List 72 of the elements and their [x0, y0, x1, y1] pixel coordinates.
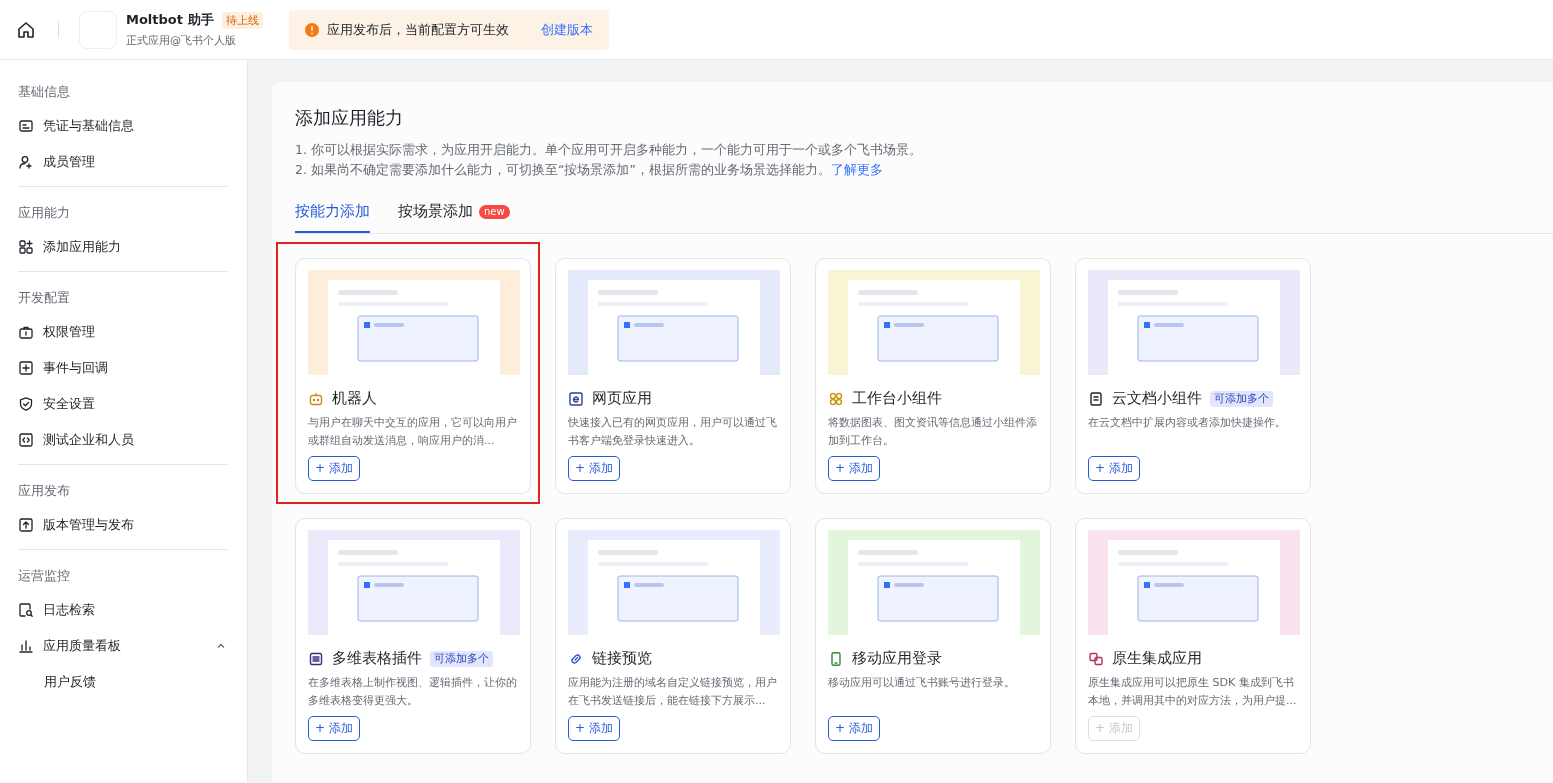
table-icon [308, 650, 324, 667]
app-name: Moltbot 助手 [126, 11, 214, 29]
new-badge: new [479, 204, 510, 219]
add-button[interactable]: + 添加 [828, 456, 880, 481]
notice-text: 应用发布后，当前配置方可生效 [326, 20, 509, 39]
section-title: 应用发布 [18, 482, 71, 500]
multi-add-badge: 可添加多个 [430, 650, 493, 667]
page-title: 添加应用能力 [295, 106, 404, 130]
web-page-icon [568, 390, 584, 407]
sidebar-item[interactable]: 测试企业和人员 [18, 422, 227, 458]
status-badge: 待上线 [221, 11, 263, 29]
sidebar-item[interactable]: 凭证与基础信息 [18, 108, 227, 144]
card-title: 移动应用登录 [852, 649, 942, 668]
card-description: 在云文档中扩展内容或者添加快捷操作。 [1088, 415, 1287, 431]
sidebar-item[interactable]: 安全设置 [18, 386, 227, 422]
section-title: 运营监控 [18, 567, 71, 585]
card-description: 与用户在聊天中交互的应用，它可以向用户或群组自动发送消息，响应用户的消... [308, 415, 518, 449]
sidebar-item[interactable]: 应用质量看板 [18, 628, 227, 664]
card-title: 云文档小组件 [1112, 389, 1202, 408]
section-title: 开发配置 [18, 289, 71, 307]
warning-icon [304, 22, 319, 37]
learn-more-link[interactable]: 了解更多 [830, 162, 883, 177]
add-button[interactable]: + 添加 [308, 716, 360, 741]
app-grid-icon [18, 239, 34, 255]
plus-box-icon [18, 360, 34, 376]
four-circles-icon [828, 390, 844, 407]
upload-box-icon [18, 517, 34, 533]
shield-check-icon [18, 396, 34, 412]
code-box-icon [18, 432, 34, 448]
instruction-text: 2. 如果尚不确定需要添加什么能力，可切换至“按场景添加”，根据所需的业务场景选择能力。了解更多 [295, 161, 884, 179]
card-description: 在多维表格上制作视图、逻辑插件，让你的多维表格变得更强大。 [308, 675, 518, 709]
card-description: 将数据图表、图文资讯等信息通过小组件添加到工作台。 [828, 415, 1038, 449]
card-title: 机器人 [332, 389, 377, 408]
card-description: 应用能为注册的域名自定义链接预览，用户在飞书发送链接后，能在链接下方展示... [568, 675, 778, 709]
user-add-icon [18, 154, 34, 170]
card-title: 多维表格插件 [332, 649, 422, 668]
card-description: 快速接入已有的网页应用，用户可以通过飞书客户端免登录快速进入。 [568, 415, 778, 449]
sidebar-item[interactable]: 版本管理与发布 [18, 507, 227, 543]
home-icon[interactable] [16, 19, 36, 40]
sidebar-item[interactable]: 成员管理 [18, 144, 227, 180]
tab[interactable]: 按能力添加 [295, 202, 370, 233]
add-button[interactable]: + 添加 [308, 456, 360, 481]
phone-icon [828, 650, 844, 667]
card-title: 工作台小组件 [852, 389, 942, 408]
document-icon [1088, 390, 1104, 407]
sidebar-item[interactable]: 权限管理 [18, 314, 227, 350]
section-title: 基础信息 [18, 83, 71, 101]
search-document-icon [18, 602, 34, 618]
add-button[interactable]: + 添加 [568, 456, 620, 481]
tab[interactable]: 按场景添加 new [398, 202, 510, 233]
robot-icon [308, 390, 324, 407]
sidebar-item[interactable]: 添加应用能力 [18, 229, 227, 265]
add-button[interactable]: + 添加 [828, 716, 880, 741]
create-version-link[interactable]: 创建版本 [540, 20, 593, 39]
card-title: 链接预览 [592, 649, 652, 668]
sidebar-item[interactable]: 事件与回调 [18, 350, 227, 386]
add-button[interactable]: + 添加 [568, 716, 620, 741]
lock-box-icon [18, 324, 34, 340]
id-card-icon [18, 118, 34, 134]
add-button[interactable]: + 添加 [1088, 456, 1140, 481]
sidebar-item[interactable]: 日志检索 [18, 592, 227, 628]
multi-add-badge: 可添加多个 [1210, 390, 1273, 407]
card-description: 原生集成应用可以把原生 SDK 集成到飞书本地，并调用其中的对应方法，为用户提... [1088, 675, 1298, 709]
app-type: 正式应用@飞书个人版 [126, 33, 237, 48]
linked-squares-icon [1088, 650, 1104, 667]
sidebar-subitem[interactable]: 用户反馈 [18, 664, 227, 700]
card-title: 网页应用 [592, 389, 652, 408]
instruction-text: 1. 你可以根据实际需求，为应用开启能力。单个应用可开启多种能力，一个能力可用于一个或多个飞书场景。 [295, 141, 923, 159]
card-description: 移动应用可以通过飞书账号进行登录。 [828, 675, 1016, 691]
bar-chart-icon [18, 638, 34, 654]
section-title: 应用能力 [18, 204, 71, 222]
card-title: 原生集成应用 [1112, 649, 1202, 668]
